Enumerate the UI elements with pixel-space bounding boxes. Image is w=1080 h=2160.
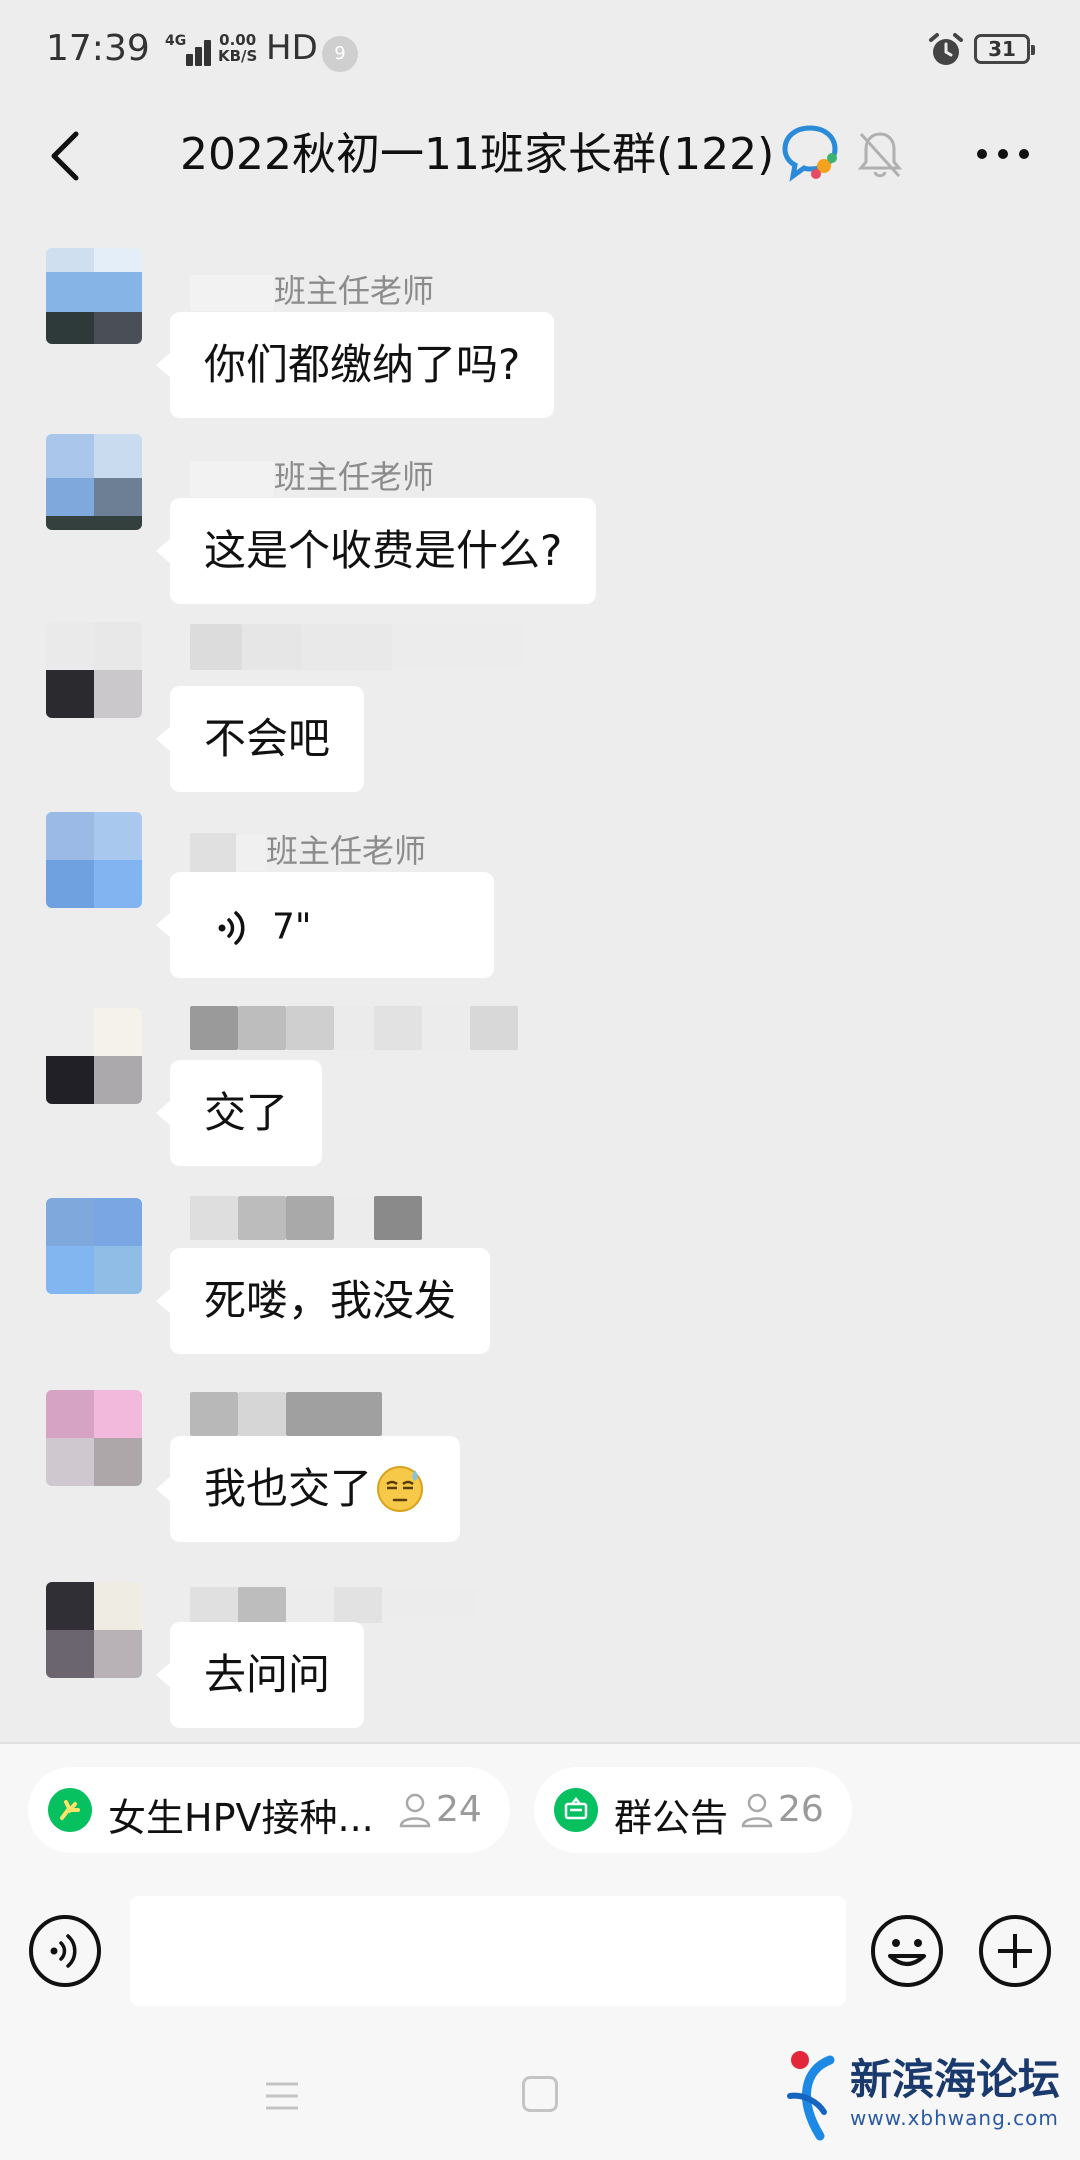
message-bubble[interactable]: 死喽，我没发 [155, 1248, 491, 1354]
pinned-label: 群公告 [614, 1796, 729, 1840]
hd-indicator: HD [266, 28, 318, 68]
pinned-label: 女生HPV接种... [108, 1796, 374, 1840]
avatar[interactable] [46, 622, 142, 718]
speed-value: 0.00 [219, 31, 257, 49]
back-arrow-icon[interactable] [30, 120, 102, 192]
sender-name: 班主任老师 [190, 266, 434, 311]
voice-message-bubble[interactable]: 7" [156, 872, 494, 978]
message-bubble[interactable]: 不会吧 [155, 686, 365, 792]
message-text: 你们都缴纳了吗? [204, 340, 521, 389]
sender-name [190, 1392, 382, 1436]
sender-name [190, 624, 522, 670]
home-icon[interactable] [522, 2076, 558, 2112]
message-text: 我也交了 [204, 1464, 373, 1513]
message-text: 去问问 [204, 1650, 331, 1699]
message-text: 交了 [204, 1088, 289, 1137]
pinned-item-hpv[interactable]: 女生HPV接种... 24 [28, 1767, 510, 1853]
watermark-name: 新滨海论坛 [850, 2055, 1061, 2104]
message-bubble[interactable]: 去问问 [155, 1622, 365, 1728]
pinned-count: 24 [436, 1789, 482, 1830]
voice-icon [218, 910, 245, 945]
sender-name-text: 班主任老师 [266, 832, 427, 870]
sender-name [190, 1584, 478, 1623]
watermark-logo-icon [787, 2051, 835, 2141]
sender-name: 班主任老师 [190, 452, 434, 497]
battery-icon: 31 [974, 34, 1035, 64]
voice-input-button[interactable] [28, 1914, 102, 1988]
alarm-icon [929, 33, 963, 65]
pinned-count: 26 [778, 1789, 824, 1830]
message-text: 不会吧 [204, 714, 331, 763]
sender-name [190, 1196, 422, 1240]
more-dots-icon[interactable] [968, 126, 1038, 182]
avatar[interactable] [46, 248, 142, 344]
plus-icon[interactable] [978, 1914, 1052, 1988]
avatar[interactable] [46, 434, 142, 530]
watermark-url: www.xbhwang.com [850, 2106, 1059, 2130]
pinned-item-announcement[interactable]: 群公告 26 [534, 1767, 852, 1853]
sender-name-text: 班主任老师 [274, 272, 435, 310]
network-speed: 0.00 KB/S [218, 32, 257, 64]
message-input[interactable] [130, 1896, 846, 2006]
announcement-icon [554, 1788, 598, 1832]
message-bubble[interactable]: 这是个收费是什么? [155, 498, 597, 604]
mute-bell-icon[interactable] [855, 126, 905, 182]
avatar[interactable] [46, 1008, 142, 1104]
sender-name-text: 班主任老师 [274, 458, 435, 496]
avatar[interactable] [46, 1198, 142, 1294]
voice-duration: 7" [272, 906, 312, 948]
message-text: 这是个收费是什么? [204, 526, 563, 575]
group-chat-badge-icon[interactable] [780, 122, 842, 184]
avatar[interactable] [46, 1582, 142, 1678]
user-icon [741, 1793, 773, 1828]
message-bubble[interactable]: 你们都缴纳了吗? [155, 312, 555, 418]
hand-icon [48, 1788, 92, 1832]
status-bar: 17:39 4G 0.00 KB/S HD 9 31 [0, 0, 1080, 104]
message-bubble[interactable]: 我也交了 [155, 1436, 461, 1542]
sender-name: 班主任老师 [190, 826, 426, 873]
watermark: 新滨海论坛 www.xbhwang.com [780, 2040, 1070, 2150]
notification-badge: 9 [322, 36, 358, 72]
chat-header: 2022秋初一11班家长群(122) [0, 104, 1080, 208]
sweat-emoji-icon [377, 1465, 424, 1512]
message-text: 死喽，我没发 [204, 1276, 457, 1325]
avatar[interactable] [46, 812, 142, 908]
message-bubble[interactable]: 交了 [155, 1060, 323, 1166]
user-icon [399, 1793, 431, 1828]
speed-unit: KB/S [218, 47, 258, 65]
status-time: 17:39 [46, 28, 150, 69]
sender-name [190, 1006, 518, 1050]
emoji-icon[interactable] [870, 1914, 944, 1988]
avatar[interactable] [46, 1390, 142, 1486]
recents-icon[interactable] [262, 2076, 302, 2116]
chat-title: 2022秋初一11班家长群(122) [180, 129, 775, 180]
